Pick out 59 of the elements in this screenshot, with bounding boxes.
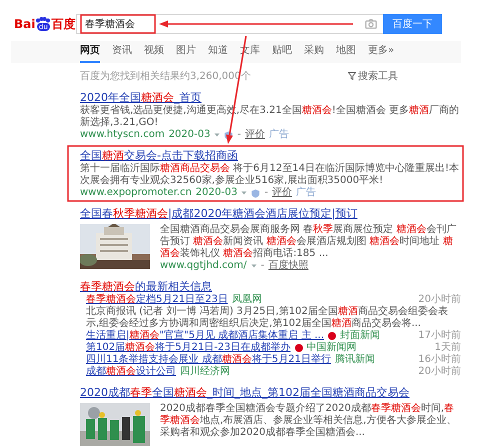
news-time: 20小时前 xyxy=(418,366,461,378)
tab[interactable]: 网页 xyxy=(80,41,100,63)
logo-text[interactable]: Bai xyxy=(14,17,36,31)
paw-icon xyxy=(36,17,50,23)
search-tools-link[interactable]: 搜索工具 xyxy=(358,69,398,83)
caret-icon xyxy=(241,191,248,195)
ad-label: 广告 xyxy=(268,129,289,141)
logo-text[interactable]: 百度 xyxy=(51,17,76,31)
query-text[interactable]: 春季糖酒会 xyxy=(85,17,135,31)
result-title-link[interactable]: 全国春秋季糖酒会|成都2020年糖酒会酒店展位预定|预订 xyxy=(80,207,461,221)
news-source: 四川经济网 xyxy=(180,366,230,378)
result-url: www.htyscn.com xyxy=(80,129,165,141)
news-time: 20小时前 xyxy=(418,294,461,306)
search-button[interactable]: 百度一下 xyxy=(383,14,442,34)
news-title-link[interactable]: 生活重启|糖酒会"官宣"5月见 成都酒店集体重启 主 ... xyxy=(86,330,324,342)
news-summary: 北京商报讯 (记者 刘一博 冯若周) 3月25日,第102届全国糖酒商品交易会组委会表示,组委会经过多方协调和周密组织后决定,第102届全国糖酒商品交易会将... xyxy=(86,306,449,330)
result-date: 2020-03 xyxy=(196,187,238,199)
rate-link[interactable]: 评价 xyxy=(272,187,292,199)
tab[interactable]: 资讯 xyxy=(112,41,132,63)
result-description: 第十一届临沂国际糖酒商品交易会 将于6月12至14日在临沂国际博览中心隆重展出!本次展会拥有专业观众32560家,参展企业516家,展出面积35000平米! xyxy=(80,163,460,186)
news-time: 16小时前 xyxy=(418,354,461,366)
result-url: www.qgtjhd.com/ xyxy=(160,260,247,272)
dash-text: - xyxy=(237,129,241,141)
result-title-link[interactable]: 全国糖酒交易会-点击下载招商函 xyxy=(80,149,461,163)
caret-icon xyxy=(250,264,257,268)
news-source: 腾讯新闻 xyxy=(335,354,375,366)
shield-icon xyxy=(251,188,260,198)
tab[interactable]: 更多» xyxy=(368,41,394,63)
tab[interactable]: 视频 xyxy=(144,41,164,63)
news-title-link[interactable]: 成都糖酒会设计公司 xyxy=(86,366,176,378)
news-source: 凤凰网 xyxy=(232,294,262,306)
tab[interactable]: 贴吧 xyxy=(272,41,292,63)
tab[interactable]: 知道 xyxy=(208,41,228,63)
result-title-link[interactable]: 2020年全国糖酒会_首页 xyxy=(80,91,461,105)
dash-text: - xyxy=(260,260,264,272)
result-title-link[interactable]: 春季糖酒会的最新相关信息 xyxy=(80,280,461,294)
result-url: www.expopromoter.cn xyxy=(80,187,192,199)
tab[interactable]: 采购 xyxy=(304,41,324,63)
tab[interactable]: 图片 xyxy=(176,41,196,63)
result-description: 2020成都春季全国糖酒会专题介绍了2020成都春季糖酒会时间,春季糖酒会地点,布展酒店、参展企业等相关信息,方便各大参展企业、采购者和观众参加2020成都春季全国糖酒会... xyxy=(160,403,458,439)
tab[interactable]: 地图 xyxy=(336,41,356,63)
search-field[interactable]: 春季糖酒会 xyxy=(76,14,383,34)
rate-link[interactable]: 评价 xyxy=(244,129,265,141)
result-date: 2020-03 xyxy=(168,129,210,141)
snapshot-link[interactable]: 百度快照 xyxy=(268,260,308,272)
camera-icon xyxy=(365,19,377,29)
news-title-link[interactable]: 春季糖酒会定档5月21日至23日 xyxy=(86,294,228,306)
news-title-link[interactable]: 第102届糖酒会将于5月21日-23日在成都举办 xyxy=(86,342,291,354)
news-source: 中国新闻网 xyxy=(306,342,357,354)
caret-icon xyxy=(214,133,220,137)
result-description: 全国糖酒商品交易会展商服务网 春秋季展商展位预定 糖酒会会刊广告预订 糖酒会新闻资讯 糖酒会会展酒店规划图 糖酒会时间地址 糖酒会装饰礼仪 糖酒会招商电话:185 ... xyxy=(160,224,458,260)
news-time: 17小时前 xyxy=(418,330,461,342)
result-title-link[interactable]: 2020成都春季全国糖酒会_时间_地点_第102届全国糖酒商品交易会 xyxy=(80,386,461,400)
dash-text: - xyxy=(264,187,268,199)
news-title-link[interactable]: 四川11条举措支持会展业 成都糖酒会将于5月21日举行 xyxy=(86,354,331,366)
ad-label: 广告 xyxy=(296,187,316,199)
news-time: 1天前 xyxy=(434,342,461,354)
news-source: 封面新闻 xyxy=(340,330,380,342)
filter-icon xyxy=(348,72,356,80)
